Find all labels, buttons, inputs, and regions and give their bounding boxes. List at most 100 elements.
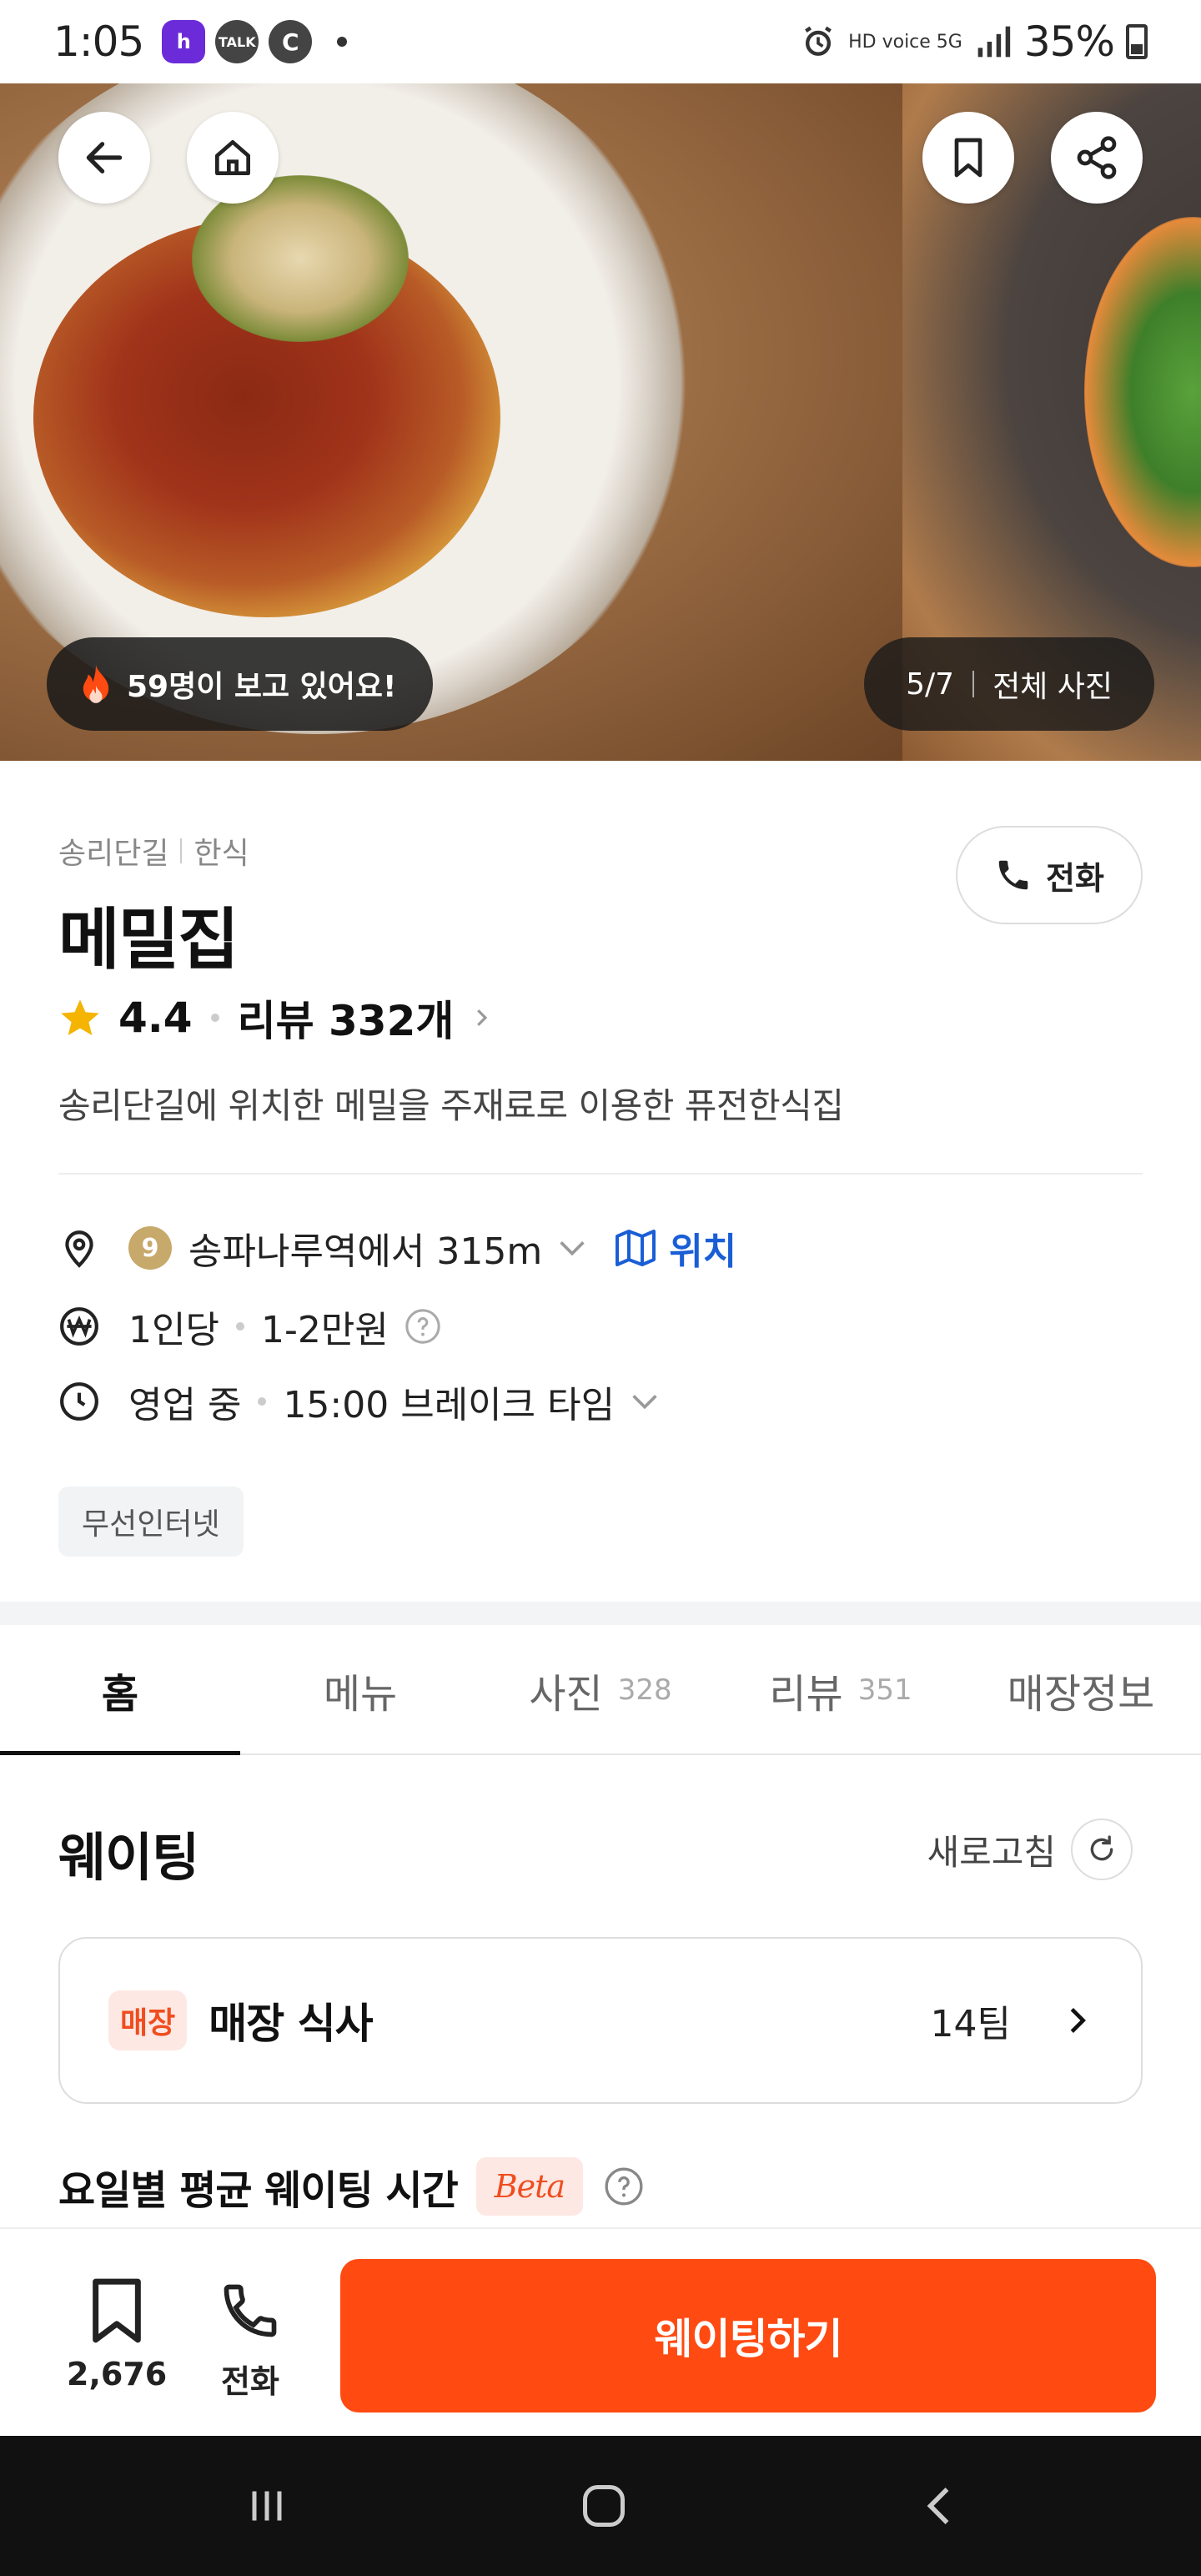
tab-count: 328	[617, 1673, 672, 1707]
refresh-label: 새로고침	[927, 1831, 1056, 1873]
back-arrow-icon	[86, 142, 123, 174]
waiting-card[interactable]: 매장 매장 식사 14팀	[58, 1937, 1143, 2104]
beta-badge: Beta	[475, 2157, 584, 2216]
description: 송리단길에 위치한 메밀을 주재료로 이용한 퓨전한식집	[58, 1085, 844, 1126]
tab-bar: 홈 메뉴 사진 328 리뷰 351 매장정보	[0, 1625, 1201, 1755]
help-icon[interactable]	[404, 1307, 442, 1346]
photo-carousel[interactable]: 59명이 보고 있어요! 5/7 전체 사진	[0, 83, 1201, 761]
star-icon	[61, 999, 99, 1036]
refresh-circle	[1071, 1819, 1133, 1880]
tab-label: 리뷰	[769, 1671, 843, 1718]
all-photos-label: 전체 사진	[992, 670, 1113, 704]
bookmark-button[interactable]	[922, 112, 1014, 204]
clock-icon	[60, 1382, 98, 1421]
refresh-icon	[1090, 1835, 1113, 1861]
separator	[180, 838, 183, 863]
system-nav-bar	[0, 2436, 1201, 2576]
bookmark-icon	[93, 2278, 141, 2343]
location-row: 9 송파나루역에서 315m 위치	[58, 1221, 736, 1275]
rating-row[interactable]: 4.4 리뷰 332개	[58, 988, 494, 1048]
call-label: 전화	[221, 2363, 279, 2400]
viewers-text: 59명이 보고 있어요!	[127, 670, 397, 704]
avg-waiting-heading: 요일별 평균 웨이팅 시간 Beta	[58, 2157, 645, 2216]
dine-in-label: 매장 식사	[209, 2000, 373, 2048]
map-label: 위치	[669, 1230, 737, 1273]
tab-photos[interactable]: 사진 328	[480, 1625, 721, 1755]
hours-text: 15:00 브레이크 타임	[283, 1384, 616, 1426]
won-icon	[60, 1307, 98, 1346]
price-row: 1인당 1-2만원	[58, 1300, 442, 1353]
notification-dot-icon	[337, 37, 348, 47]
kakaotalk-icon: TALK	[215, 20, 259, 63]
price-range: 1-2만원	[260, 1309, 389, 1351]
back-nav-icon[interactable]	[916, 2481, 966, 2531]
divider	[58, 1173, 1143, 1175]
network-label: HD voice 5G	[848, 31, 962, 53]
open-status: 영업 중	[128, 1384, 242, 1426]
tab-label: 매장정보	[1007, 1671, 1155, 1718]
category-breadcrumb: 송리단길 한식	[58, 829, 249, 873]
avg-waiting-title: 요일별 평균 웨이팅 시간	[58, 2167, 459, 2214]
chevron-down-icon[interactable]	[628, 1389, 661, 1414]
share-button[interactable]	[1051, 112, 1143, 204]
tab-home[interactable]: 홈	[0, 1625, 240, 1755]
waiting-cta-button[interactable]: 웨이팅하기	[340, 2259, 1156, 2412]
dine-in-badge: 매장	[108, 1990, 188, 2050]
hyper-app-icon: h	[162, 20, 206, 63]
battery-text: 35%	[1023, 18, 1115, 66]
signal-icon	[977, 26, 1011, 58]
cuisine-label: 한식	[193, 837, 249, 871]
help-icon[interactable]	[603, 2166, 645, 2207]
section-divider	[0, 1602, 1201, 1625]
home-nav-icon[interactable]	[579, 2481, 629, 2531]
hours-row[interactable]: 영업 중 15:00 브레이크 타임	[58, 1375, 661, 1428]
rating-value: 4.4	[118, 994, 193, 1042]
recent-apps-icon[interactable]	[242, 2481, 292, 2531]
subway-line-badge: 9	[128, 1226, 172, 1270]
separator	[972, 671, 975, 697]
restaurant-name: 메밀집	[58, 901, 239, 979]
share-icon	[1077, 136, 1117, 179]
refresh-button[interactable]: 새로고침	[927, 1819, 1133, 1880]
fire-icon	[83, 665, 109, 703]
chevron-right-icon	[1070, 2008, 1086, 2033]
tab-label: 홈	[101, 1671, 139, 1718]
map-location-link[interactable]: 위치	[614, 1221, 736, 1275]
phone-icon	[998, 860, 1028, 890]
bottom-call-button[interactable]: 전화	[219, 2276, 282, 2402]
tab-label: 사진	[529, 1671, 603, 1718]
all-photos-button[interactable]: 5/7 전체 사진	[864, 637, 1154, 731]
price-unit: 1인당	[128, 1309, 219, 1351]
bottom-bookmark-button[interactable]: 2,676	[67, 2276, 167, 2392]
chevron-right-icon	[477, 1009, 488, 1026]
active-tab-indicator	[0, 1751, 240, 1755]
map-icon	[616, 1230, 656, 1266]
waiting-title: 웨이팅	[58, 1827, 199, 1888]
tab-label: 메뉴	[323, 1671, 398, 1718]
home-icon	[215, 140, 250, 176]
bookmark-icon	[954, 138, 982, 178]
status-right: HD voice 5G 35%	[800, 18, 1148, 66]
separator-dot	[210, 1014, 219, 1022]
back-button[interactable]	[58, 112, 150, 204]
home-button[interactable]	[187, 112, 279, 204]
distance-text: 송파나루역에서 315m	[188, 1230, 543, 1273]
bookmark-count: 2,676	[67, 2356, 168, 2392]
separator-dot	[258, 1397, 267, 1406]
tab-store-info[interactable]: 매장정보	[961, 1625, 1201, 1755]
chevron-down-icon[interactable]	[555, 1235, 589, 1260]
battery-icon	[1126, 24, 1148, 59]
status-time: 1:05	[53, 18, 144, 66]
viewers-badge: 59명이 보고 있어요!	[47, 637, 434, 731]
call-label: 전화	[1046, 859, 1104, 897]
tab-reviews[interactable]: 리뷰 351	[721, 1625, 961, 1755]
separator-dot	[235, 1322, 244, 1331]
location-pin-icon	[65, 1230, 93, 1268]
tab-menu[interactable]: 메뉴	[240, 1625, 480, 1755]
waiting-teams: 14팀	[930, 2003, 1011, 2045]
status-bar: 1:05 h TALK C HD voice 5G 35%	[0, 0, 1201, 83]
bottom-action-bar: 2,676 전화 웨이팅하기	[0, 2227, 1201, 2436]
review-count-link[interactable]: 리뷰 332개	[238, 988, 455, 1048]
call-pill-button[interactable]: 전화	[956, 826, 1143, 924]
tab-count: 351	[857, 1673, 912, 1707]
